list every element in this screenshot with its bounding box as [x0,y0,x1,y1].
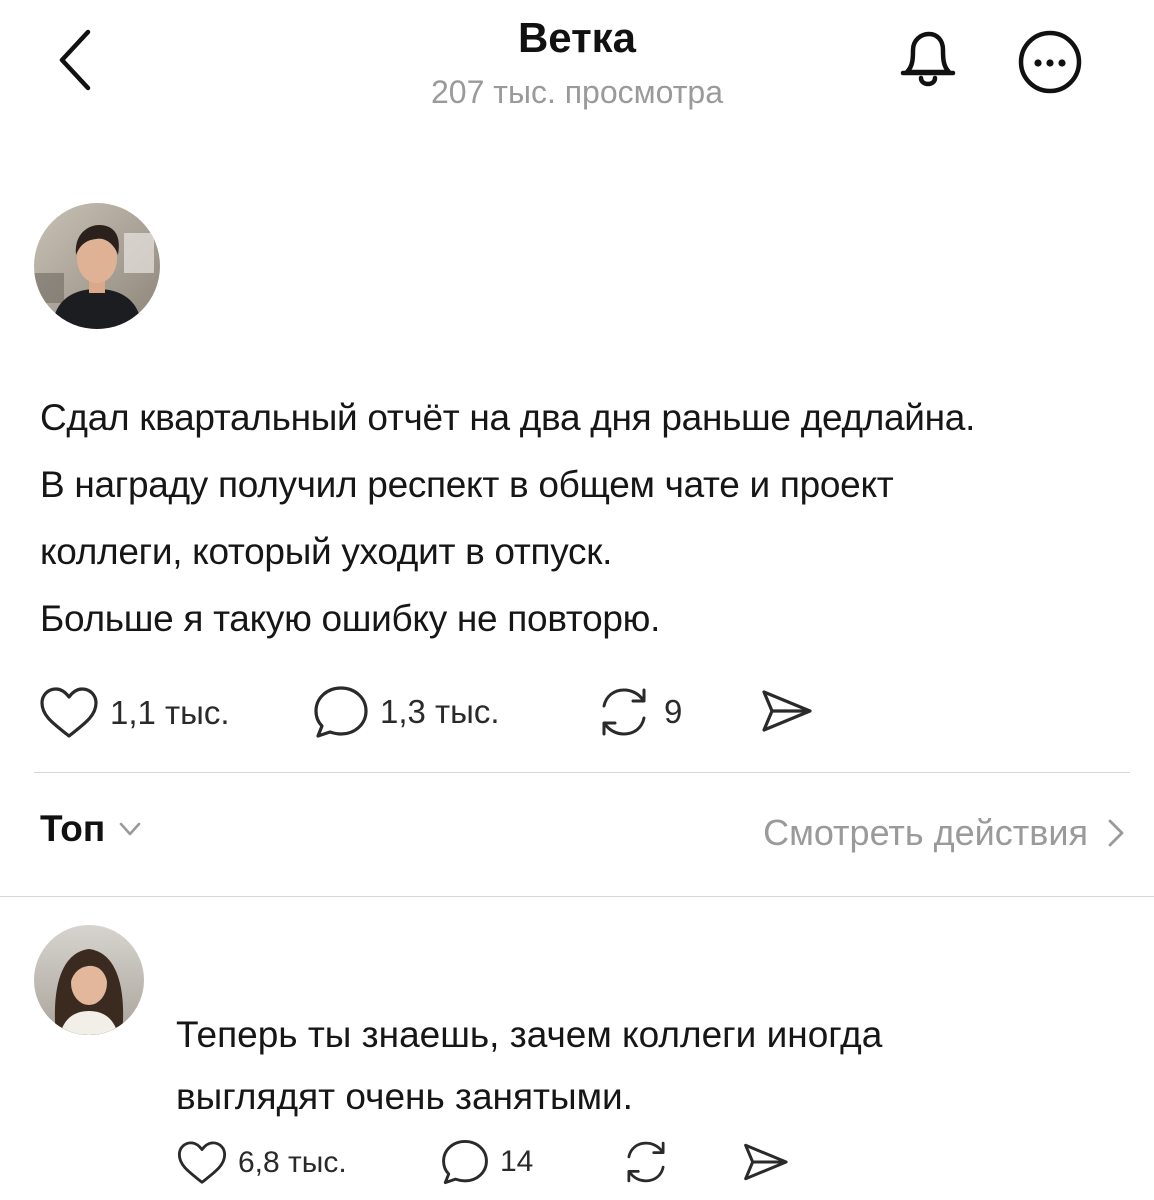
post-text: Сдал квартальный отчёт на два дня раньше… [40,384,1140,652]
post-line: Сдал квартальный отчёт на два дня раньше… [40,397,976,438]
post-line: Больше я такую ошибку не повторю. [40,598,661,639]
view-activity-label: Смотреть действия [763,812,1088,853]
bell-icon [900,31,956,87]
notifications-button[interactable] [893,28,963,94]
more-circle-icon [1018,30,1082,94]
repost-icon [627,1141,665,1183]
share-button[interactable] [758,686,814,736]
post-line: В награду получил респект в общем чате и… [40,464,894,505]
reply-author-avatar[interactable] [34,925,144,1035]
avatar-photo [34,203,160,329]
divider [0,896,1154,897]
repost-button[interactable]: 9 [594,684,682,740]
avatar-photo [34,925,144,1035]
heart-icon [177,1141,227,1184]
sort-dropdown[interactable]: Топ [40,808,147,850]
sort-label: Топ [40,808,106,849]
comment-bubble-icon [442,1139,488,1185]
like-button[interactable]: 1,1 тыс. [38,686,230,740]
comment-button[interactable]: 1,3 тыс. [312,684,500,740]
reply-comment-button[interactable]: 14 [440,1138,533,1186]
reply-text: Теперь ты знаешь, зачем коллеги иногда в… [176,1004,1136,1128]
post-line: коллеги, который уходит в отпуск. [40,531,613,572]
comment-bubble-icon [314,686,368,738]
repost-count: 9 [664,693,683,730]
reply-comment-count: 14 [500,1145,534,1178]
reply-like-button[interactable]: 6,8 тыс. [176,1140,347,1186]
chevron-right-icon [1108,819,1124,847]
heart-icon [40,687,98,738]
reply-like-count: 6,8 тыс. [238,1146,347,1179]
page-title: Ветка [517,14,637,61]
reply-share-button[interactable] [740,1140,790,1184]
reply-line: Теперь ты знаешь, зачем коллеги иногда [176,1014,883,1055]
view-count: 207 тыс. просмотра [431,74,723,110]
repost-icon [602,688,646,736]
author-avatar[interactable] [34,203,160,329]
more-options-button[interactable] [1016,28,1084,96]
comment-count: 1,3 тыс. [380,693,500,730]
chevron-down-icon [119,822,141,836]
like-count: 1,1 тыс. [110,694,230,731]
send-icon [762,690,812,732]
reply-line: выглядят очень занятыми. [176,1076,633,1117]
send-icon [744,1143,788,1181]
divider [34,772,1130,773]
reply-repost-button[interactable] [620,1138,672,1186]
view-activity-link[interactable]: Смотреть действия [763,812,1130,854]
